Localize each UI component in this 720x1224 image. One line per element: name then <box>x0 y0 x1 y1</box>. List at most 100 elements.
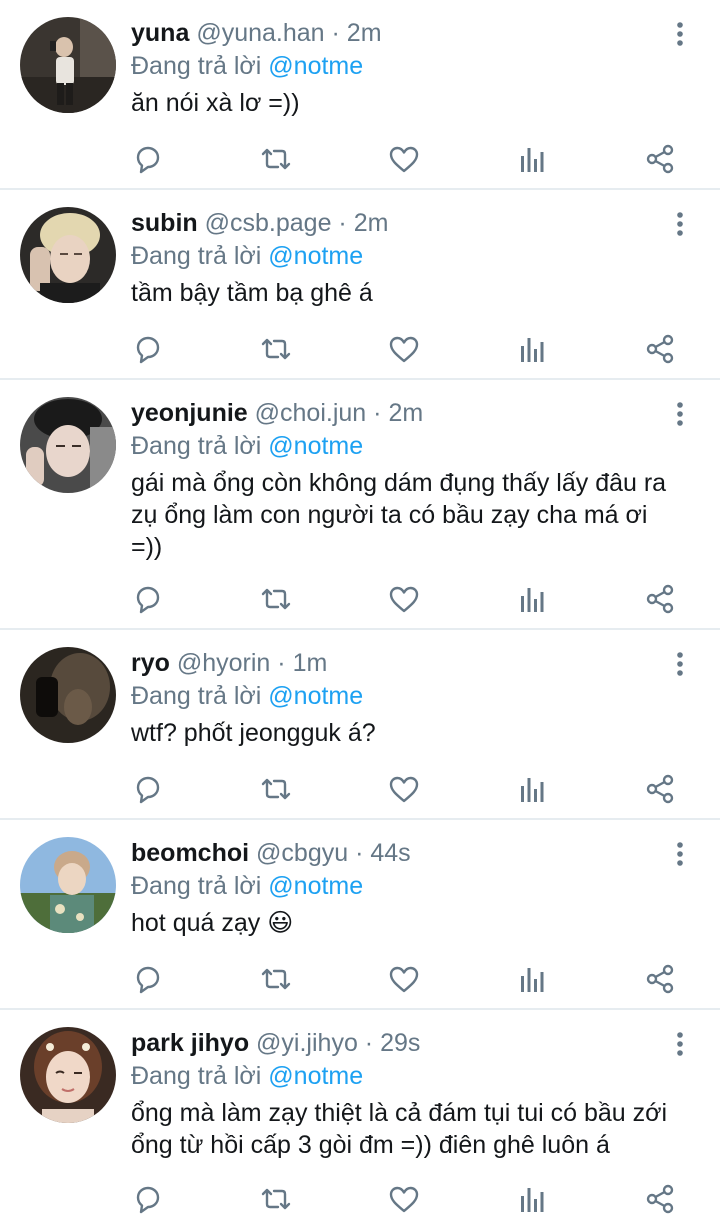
retweet-icon[interactable] <box>259 582 293 616</box>
share-icon[interactable] <box>643 772 677 806</box>
more-vertical-icon[interactable] <box>668 1032 692 1056</box>
reply-icon[interactable] <box>131 582 165 616</box>
user-handle[interactable]: @hyorin <box>177 649 270 677</box>
action-bar <box>131 332 691 366</box>
retweet-icon[interactable] <box>259 1182 293 1216</box>
analytics-icon[interactable] <box>515 332 549 366</box>
user-handle[interactable]: @choi.jun <box>255 399 367 427</box>
separator-dot: · <box>331 19 340 47</box>
heart-icon[interactable] <box>387 582 421 616</box>
retweet-icon[interactable] <box>259 772 293 806</box>
reply-tweet[interactable]: yeonjunie @choi.jun · 2m Đang trả lời @n… <box>0 380 720 630</box>
share-icon[interactable] <box>643 332 677 366</box>
reply-tweet[interactable]: park jihyo @yi.jihyo · 29s Đang trả lời … <box>0 1010 720 1224</box>
timestamp[interactable]: 44s <box>370 839 410 867</box>
tweet-text: ổng mà làm zạy thiệt là cả đám tụi tui c… <box>131 1099 668 1159</box>
tweet-text: ăn nói xà lơ =)) <box>131 89 300 117</box>
display-name[interactable]: park jihyo <box>131 1029 249 1057</box>
mention-link[interactable]: @notme <box>268 432 363 460</box>
user-handle[interactable]: @yuna.han <box>196 19 324 47</box>
heart-icon[interactable] <box>387 332 421 366</box>
analytics-icon[interactable] <box>515 582 549 616</box>
reply-context: Đang trả lời @notme <box>131 430 680 462</box>
share-icon[interactable] <box>643 582 677 616</box>
reply-tweet[interactable]: yuna @yuna.han · 2m Đang trả lời @notme … <box>0 0 720 190</box>
separator-dot: · <box>338 209 347 237</box>
timestamp[interactable]: 2m <box>388 399 423 427</box>
tweet-header: park jihyo @yi.jihyo · 29s <box>131 1026 680 1060</box>
more-vertical-icon[interactable] <box>668 652 692 676</box>
share-icon[interactable] <box>643 962 677 996</box>
reply-icon[interactable] <box>131 1182 165 1216</box>
user-handle[interactable]: @cbgyu <box>256 839 348 867</box>
reply-icon[interactable] <box>131 142 165 176</box>
mention-link[interactable]: @notme <box>268 682 363 710</box>
reply-prefix: Đang trả lời <box>131 242 262 270</box>
display-name[interactable]: ryo <box>131 649 170 677</box>
more-vertical-icon[interactable] <box>668 22 692 46</box>
reply-icon[interactable] <box>131 772 165 806</box>
timestamp[interactable]: 29s <box>380 1029 420 1057</box>
action-bar <box>131 142 691 176</box>
avatar[interactable] <box>20 1027 116 1123</box>
avatar[interactable] <box>20 837 116 933</box>
tweet-header: beomchoi @cbgyu · 44s <box>131 836 680 870</box>
retweet-icon[interactable] <box>259 332 293 366</box>
mention-link[interactable]: @notme <box>268 52 363 80</box>
avatar[interactable] <box>20 207 116 303</box>
separator-dot: · <box>277 649 286 677</box>
separator-dot: · <box>373 399 382 427</box>
analytics-icon[interactable] <box>515 772 549 806</box>
tweet-header: yeonjunie @choi.jun · 2m <box>131 396 680 430</box>
reply-prefix: Đang trả lời <box>131 432 262 460</box>
reply-tweet[interactable]: ryo @hyorin · 1m Đang trả lời @notme wtf… <box>0 630 720 820</box>
retweet-icon[interactable] <box>259 142 293 176</box>
smiley-emoji: 😃 <box>267 909 294 937</box>
retweet-icon[interactable] <box>259 962 293 996</box>
heart-icon[interactable] <box>387 1182 421 1216</box>
analytics-icon[interactable] <box>515 1182 549 1216</box>
reply-context: Đang trả lời @notme <box>131 50 680 82</box>
avatar[interactable] <box>20 397 116 493</box>
mention-link[interactable]: @notme <box>268 1062 363 1090</box>
action-bar <box>131 962 691 996</box>
share-icon[interactable] <box>643 142 677 176</box>
reply-tweet[interactable]: subin @csb.page · 2m Đang trả lời @notme… <box>0 190 720 380</box>
reply-prefix: Đang trả lời <box>131 1062 262 1090</box>
share-icon[interactable] <box>643 1182 677 1216</box>
user-handle[interactable]: @yi.jihyo <box>256 1029 358 1057</box>
heart-icon[interactable] <box>387 962 421 996</box>
tweet-header: subin @csb.page · 2m <box>131 206 680 240</box>
avatar[interactable] <box>20 647 116 743</box>
tweet-text-body: hot quá zạy <box>131 909 261 937</box>
tweet-text: gái mà ổng còn không dám đụng thấy lấy đ… <box>131 469 667 561</box>
display-name[interactable]: yuna <box>131 19 189 47</box>
heart-icon[interactable] <box>387 772 421 806</box>
more-vertical-icon[interactable] <box>668 212 692 236</box>
display-name[interactable]: yeonjunie <box>131 399 248 427</box>
user-handle[interactable]: @csb.page <box>205 209 332 237</box>
more-vertical-icon[interactable] <box>668 402 692 426</box>
timestamp[interactable]: 2m <box>347 19 382 47</box>
reply-context: Đang trả lời @notme <box>131 240 680 272</box>
separator-dot: · <box>355 839 364 867</box>
mention-link[interactable]: @notme <box>268 872 363 900</box>
avatar[interactable] <box>20 17 116 113</box>
more-vertical-icon[interactable] <box>668 842 692 866</box>
display-name[interactable]: subin <box>131 209 198 237</box>
timestamp[interactable]: 2m <box>354 209 389 237</box>
mention-link[interactable]: @notme <box>268 242 363 270</box>
heart-icon[interactable] <box>387 142 421 176</box>
reply-icon[interactable] <box>131 962 165 996</box>
display-name[interactable]: beomchoi <box>131 839 249 867</box>
tweet-text: hot quá zạy 😃 <box>131 907 680 939</box>
action-bar <box>131 772 691 806</box>
tweet-text: tầm bậy tầm bạ ghê á <box>131 279 373 307</box>
reply-prefix: Đang trả lời <box>131 872 262 900</box>
timestamp[interactable]: 1m <box>293 649 328 677</box>
reply-tweet[interactable]: beomchoi @cbgyu · 44s Đang trả lời @notm… <box>0 820 720 1010</box>
action-bar <box>131 582 691 616</box>
reply-icon[interactable] <box>131 332 165 366</box>
analytics-icon[interactable] <box>515 142 549 176</box>
analytics-icon[interactable] <box>515 962 549 996</box>
